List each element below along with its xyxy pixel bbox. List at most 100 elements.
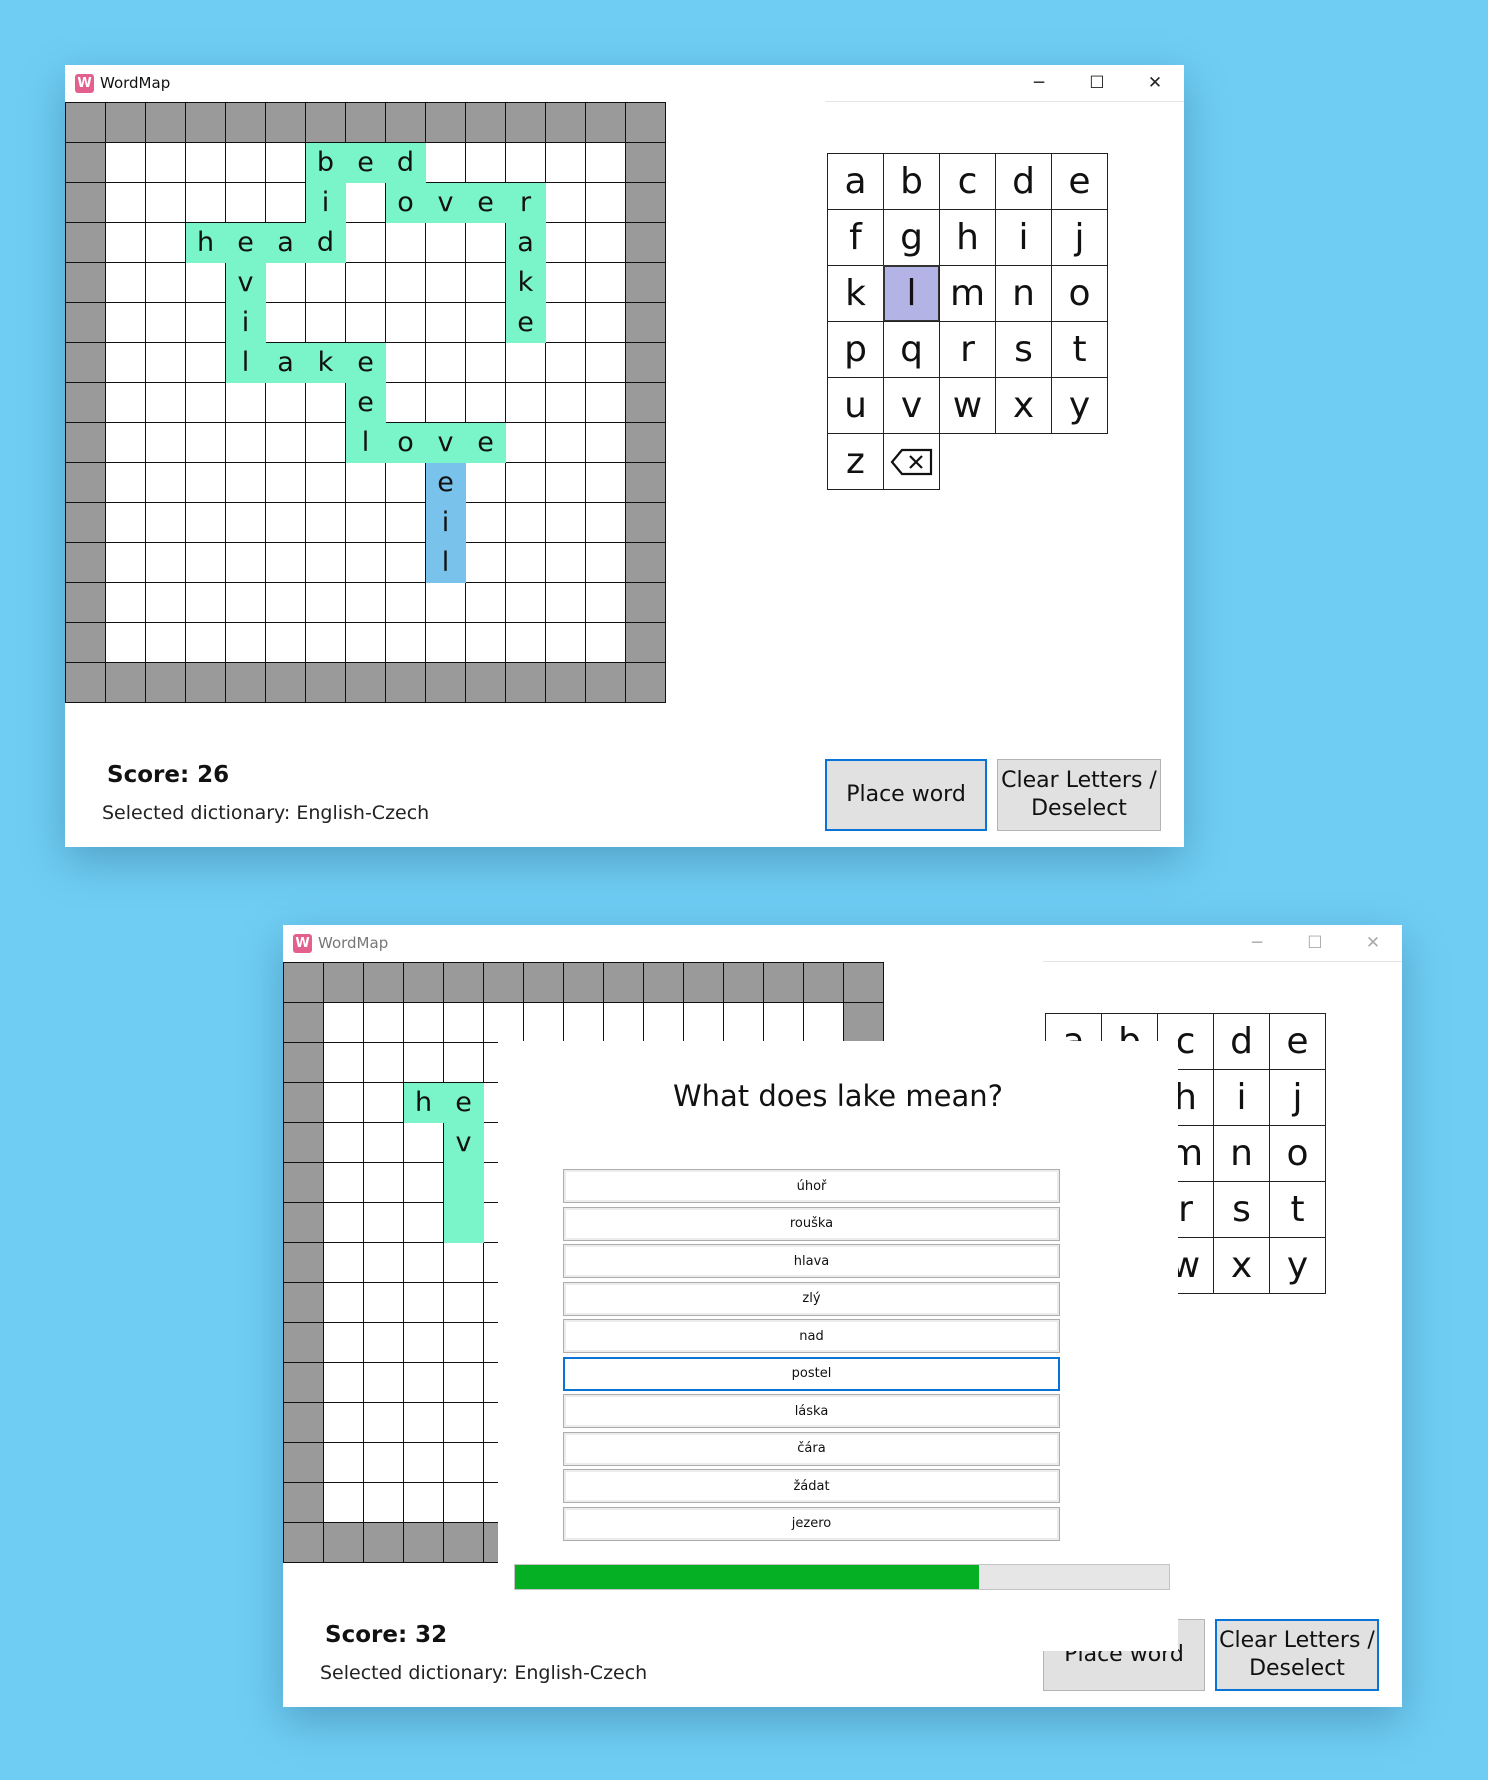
board-cell[interactable] [186,343,226,383]
board-cell[interactable] [546,623,586,663]
board-cell[interactable] [386,543,426,583]
board-placed-tile[interactable]: l [346,423,386,463]
board-cell[interactable] [346,503,386,543]
board-cell[interactable] [404,1123,444,1163]
board-cell[interactable] [546,383,586,423]
board-cell[interactable] [346,263,386,303]
letter-key-q[interactable]: q [883,321,940,378]
board-placed-tile[interactable]: o [386,423,426,463]
board-cell[interactable] [324,1203,364,1243]
board-cell[interactable] [444,1483,484,1523]
board-cell[interactable] [346,463,386,503]
board-placed-tile[interactable] [444,1163,484,1203]
board-cell[interactable] [546,183,586,223]
board-placed-tile[interactable]: k [506,263,546,303]
board-cell[interactable] [266,583,306,623]
board-cell[interactable] [186,583,226,623]
letter-key-v[interactable]: v [883,377,940,434]
board-cell[interactable] [586,263,626,303]
board-placed-tile[interactable]: k [306,343,346,383]
board-cell[interactable] [466,303,506,343]
board-cell[interactable] [444,1003,484,1043]
board-cell[interactable] [106,303,146,343]
board-cell[interactable] [106,383,146,423]
board-cell[interactable] [324,1123,364,1163]
board-cell[interactable] [106,343,146,383]
board-cell[interactable] [364,1123,404,1163]
answer-button[interactable]: žádat [563,1469,1060,1503]
board-cell[interactable] [684,1003,724,1043]
board-cell[interactable] [106,423,146,463]
board-placed-tile[interactable]: e [346,383,386,423]
board-cell[interactable] [586,303,626,343]
board-cell[interactable] [404,1443,444,1483]
letter-key-j[interactable]: j [1051,209,1108,266]
board-cell[interactable] [466,143,506,183]
board-cell[interactable] [306,383,346,423]
board-cell[interactable] [426,263,466,303]
board-cell[interactable] [586,543,626,583]
board-cell[interactable] [106,623,146,663]
board-cell[interactable] [106,143,146,183]
board-cell[interactable] [444,1403,484,1443]
board-cell[interactable] [306,303,346,343]
board-cell[interactable] [546,543,586,583]
board-cell[interactable] [444,1243,484,1283]
board-placed-tile[interactable]: i [306,183,346,223]
board-cell[interactable] [266,463,306,503]
board-cell[interactable] [386,223,426,263]
letter-key-o[interactable]: o [1051,265,1108,322]
board-cell[interactable] [106,543,146,583]
board-cell[interactable] [186,263,226,303]
board-cell[interactable] [266,623,306,663]
board-cell[interactable] [506,383,546,423]
letter-key-d[interactable]: d [995,153,1052,210]
board-pending-tile[interactable]: i [426,503,466,543]
board-cell[interactable] [364,1323,404,1363]
close-button[interactable]: ✕ [1344,925,1402,961]
board-cell[interactable] [346,183,386,223]
board-cell[interactable] [324,1483,364,1523]
board-cell[interactable] [146,343,186,383]
letter-key-c[interactable]: c [939,153,996,210]
board-cell[interactable] [586,503,626,543]
board-cell[interactable] [324,1443,364,1483]
board-placed-tile[interactable]: v [226,263,266,303]
board-cell[interactable] [426,623,466,663]
letter-key-p[interactable]: p [827,321,884,378]
board-cell[interactable] [186,303,226,343]
board-cell[interactable] [586,343,626,383]
letter-key-e[interactable]: e [1269,1013,1326,1070]
letter-key-i[interactable]: i [1213,1069,1270,1126]
board-placed-tile[interactable]: h [404,1083,444,1123]
board-cell[interactable] [106,463,146,503]
board-cell[interactable] [506,583,546,623]
board-cell[interactable] [146,503,186,543]
answer-button[interactable]: hlava [563,1244,1060,1278]
board-cell[interactable] [364,1443,404,1483]
board-cell[interactable] [146,143,186,183]
board-cell[interactable] [586,383,626,423]
backspace-key[interactable] [883,433,940,490]
board-cell[interactable] [364,1083,404,1123]
board-cell[interactable] [324,1083,364,1123]
board-cell[interactable] [306,263,346,303]
board-cell[interactable] [426,143,466,183]
board-cell[interactable] [546,503,586,543]
board-cell[interactable] [404,1403,444,1443]
answer-button[interactable]: jezero [563,1506,1060,1541]
board-cell[interactable] [186,543,226,583]
board-cell[interactable] [226,583,266,623]
board-placed-tile[interactable]: e [346,143,386,183]
board-pending-tile[interactable]: e [426,463,466,503]
board-cell[interactable] [546,263,586,303]
board-cell[interactable] [346,223,386,263]
board-cell[interactable] [226,383,266,423]
board-cell[interactable] [506,423,546,463]
minimize-button[interactable]: ─ [1228,925,1286,961]
letter-key-n[interactable]: n [1213,1125,1270,1182]
board-cell[interactable] [306,583,346,623]
board-cell[interactable] [404,1483,444,1523]
board-cell[interactable] [364,1363,404,1403]
board-cell[interactable] [724,1003,764,1043]
